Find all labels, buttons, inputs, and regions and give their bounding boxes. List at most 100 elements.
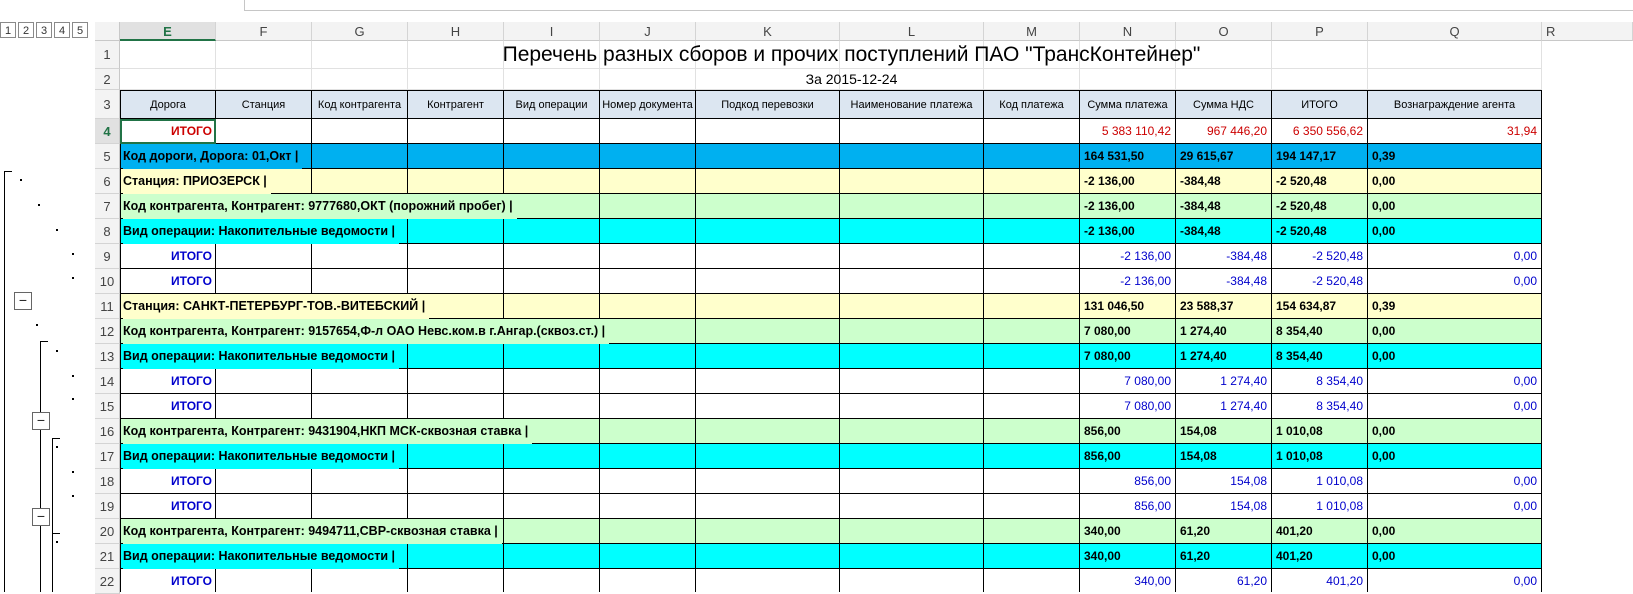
grid-cell[interactable] <box>216 394 312 419</box>
row-header-11[interactable]: 11 <box>95 294 120 319</box>
itogo-label-cell[interactable]: ИТОГО <box>120 269 216 294</box>
amount-cell-N[interactable]: 340,00 <box>1080 544 1176 569</box>
outline-level-2-button[interactable]: 2 <box>18 22 34 38</box>
grid-cell[interactable] <box>504 294 600 319</box>
amount-cell-N[interactable]: -2 136,00 <box>1080 194 1176 219</box>
row-header-13[interactable]: 13 <box>95 344 120 369</box>
grid-cell[interactable] <box>600 219 696 244</box>
column-header-M[interactable]: M <box>984 22 1080 41</box>
amount-cell-N[interactable]: 5 383 110,42 <box>1080 119 1176 144</box>
grid-cell[interactable] <box>696 194 840 219</box>
amount-cell-N[interactable]: 131 046,50 <box>1080 294 1176 319</box>
grid-cell[interactable] <box>600 294 696 319</box>
grid-cell[interactable] <box>504 144 600 169</box>
grid-cell[interactable] <box>984 419 1080 444</box>
grid-cell[interactable] <box>696 519 840 544</box>
grid-cell[interactable] <box>408 119 504 144</box>
amount-cell-P[interactable]: -2 520,48 <box>1272 269 1368 294</box>
amount-cell-O[interactable]: -384,48 <box>1176 169 1272 194</box>
grid-cell[interactable] <box>984 119 1080 144</box>
grid-cell[interactable] <box>216 569 312 592</box>
grid-cell[interactable] <box>600 194 696 219</box>
amount-cell-Q[interactable]: 0,00 <box>1368 194 1542 219</box>
grid-cell[interactable] <box>312 119 408 144</box>
grid-cell[interactable] <box>600 444 696 469</box>
grid-cell[interactable] <box>984 519 1080 544</box>
grid-cell[interactable] <box>840 394 984 419</box>
amount-cell-O[interactable]: 154,08 <box>1176 419 1272 444</box>
column-header-E[interactable]: E <box>120 22 216 41</box>
grid-cell[interactable] <box>600 469 696 494</box>
amount-cell-P[interactable]: 6 350 556,62 <box>1272 119 1368 144</box>
amount-cell-P[interactable]: -2 520,48 <box>1272 194 1368 219</box>
amount-cell-N[interactable]: -2 136,00 <box>1080 169 1176 194</box>
row-header-14[interactable]: 14 <box>95 369 120 394</box>
collapse-group-button[interactable]: − <box>32 508 50 526</box>
grid-cell[interactable] <box>504 269 600 294</box>
grid-cell[interactable] <box>600 419 696 444</box>
amount-cell-Q[interactable]: 0,00 <box>1368 494 1542 519</box>
row-header-21[interactable]: 21 <box>95 544 120 569</box>
table-header-cell[interactable]: Код платежа <box>984 90 1080 119</box>
amount-cell-O[interactable]: 154,08 <box>1176 469 1272 494</box>
grid-cell[interactable] <box>696 494 840 519</box>
amount-cell-N[interactable]: -2 136,00 <box>1080 244 1176 269</box>
row-header-9[interactable]: 9 <box>95 244 120 269</box>
amount-cell-P[interactable]: 1 010,08 <box>1272 469 1368 494</box>
grid-cell[interactable] <box>840 444 984 469</box>
grid-cell[interactable] <box>984 369 1080 394</box>
grid-cell[interactable] <box>696 119 840 144</box>
grid-cell[interactable] <box>840 569 984 592</box>
row-header-15[interactable]: 15 <box>95 394 120 419</box>
row-header-8[interactable]: 8 <box>95 219 120 244</box>
grid-cell[interactable] <box>840 144 984 169</box>
grid-cell[interactable] <box>408 394 504 419</box>
amount-cell-P[interactable]: 8 354,40 <box>1272 319 1368 344</box>
amount-cell-Q[interactable]: 0,00 <box>1368 369 1542 394</box>
amount-cell-O[interactable]: 1 274,40 <box>1176 319 1272 344</box>
select-all-corner[interactable] <box>95 22 120 41</box>
grid-cell[interactable] <box>600 544 696 569</box>
grid-cell[interactable] <box>696 544 840 569</box>
amount-cell-O[interactable]: 1 274,40 <box>1176 394 1272 419</box>
column-header-J[interactable]: J <box>600 22 696 41</box>
column-header-K[interactable]: K <box>696 22 840 41</box>
amount-cell-O[interactable]: 61,20 <box>1176 569 1272 592</box>
column-header-I[interactable]: I <box>504 22 600 41</box>
amount-cell-N[interactable]: 340,00 <box>1080 569 1176 592</box>
amount-cell-N[interactable]: 856,00 <box>1080 494 1176 519</box>
grid-cell[interactable] <box>408 569 504 592</box>
amount-cell-P[interactable]: 8 354,40 <box>1272 394 1368 419</box>
grid-cell[interactable] <box>840 119 984 144</box>
outline-level-3-button[interactable]: 3 <box>36 22 52 38</box>
amount-cell-P[interactable]: 1 010,08 <box>1272 494 1368 519</box>
grid-cell[interactable] <box>696 394 840 419</box>
amount-cell-O[interactable]: -384,48 <box>1176 219 1272 244</box>
amount-cell-Q[interactable]: 0,00 <box>1368 244 1542 269</box>
amount-cell-P[interactable]: -2 520,48 <box>1272 169 1368 194</box>
row-header-7[interactable]: 7 <box>95 194 120 219</box>
amount-cell-N[interactable]: 7 080,00 <box>1080 369 1176 394</box>
amount-cell-P[interactable]: 1 010,08 <box>1272 444 1368 469</box>
grid-cell[interactable] <box>408 269 504 294</box>
amount-cell-P[interactable]: 8 354,40 <box>1272 344 1368 369</box>
grid-cell[interactable] <box>840 319 984 344</box>
column-header-R[interactable]: R <box>1542 22 1633 41</box>
amount-cell-O[interactable]: 1 274,40 <box>1176 369 1272 394</box>
amount-cell-Q[interactable]: 0,00 <box>1368 419 1542 444</box>
itogo-label-cell[interactable]: ИТОГО <box>120 569 216 592</box>
grid-cell[interactable] <box>408 344 504 369</box>
grid-cell[interactable] <box>312 169 408 194</box>
amount-cell-P[interactable]: 401,20 <box>1272 519 1368 544</box>
grid-cell[interactable] <box>504 444 600 469</box>
amount-cell-N[interactable]: 856,00 <box>1080 419 1176 444</box>
grid-cell[interactable] <box>984 569 1080 592</box>
grid-cell[interactable] <box>504 494 600 519</box>
amount-cell-O[interactable]: 967 446,20 <box>1176 119 1272 144</box>
amount-cell-P[interactable]: 194 147,17 <box>1272 144 1368 169</box>
amount-cell-N[interactable]: 856,00 <box>1080 444 1176 469</box>
grid-cell[interactable] <box>984 269 1080 294</box>
grid-cell[interactable] <box>600 494 696 519</box>
grid-cell[interactable] <box>696 269 840 294</box>
amount-cell-N[interactable]: 340,00 <box>1080 519 1176 544</box>
